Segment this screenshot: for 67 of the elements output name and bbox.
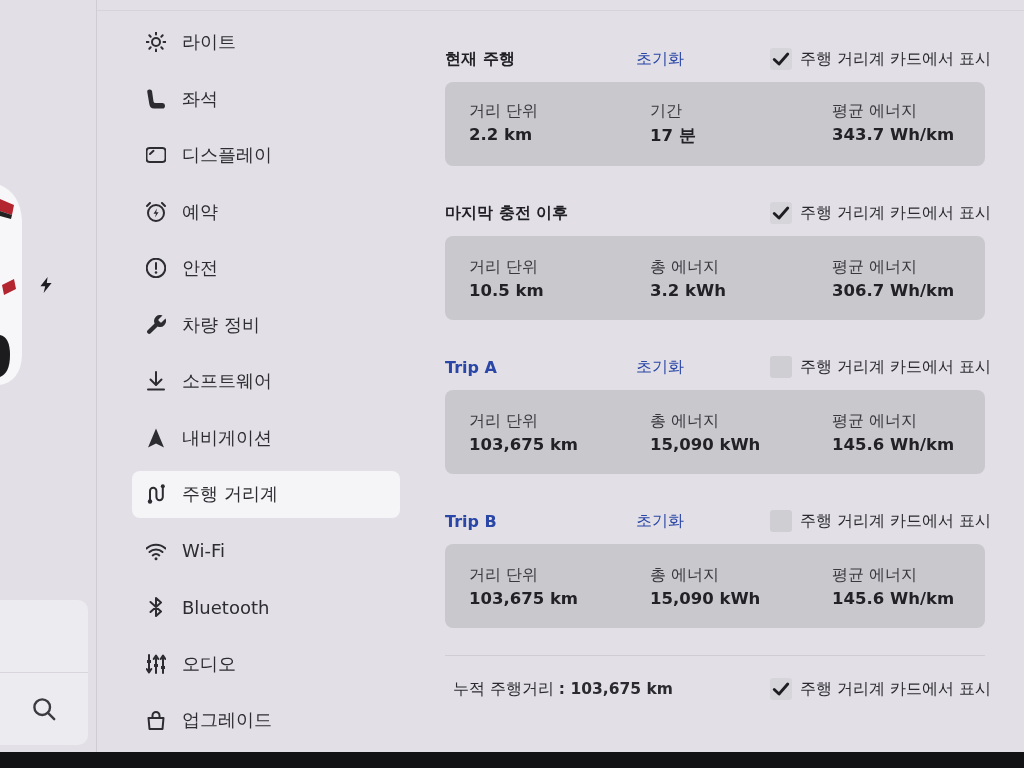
- stat-label: 거리 단위: [469, 101, 539, 122]
- stat-value: 17 분: [650, 125, 696, 147]
- reset-link[interactable]: 초기화: [636, 48, 684, 70]
- stat-label: 총 에너지: [650, 564, 720, 586]
- stat-value: 3.2 kWh: [650, 280, 726, 300]
- stat-value: 15,090 kWh: [650, 434, 761, 454]
- odometer-reading: 누적 주행거리 : 103,675 km: [452, 678, 673, 700]
- stat-value: 15,090 kWh: [650, 588, 761, 608]
- section-title: 마지막 충전 이후: [445, 202, 569, 224]
- stat-label: 거리 단위: [469, 410, 539, 432]
- checkbox-label[interactable]: 주행 거리계 카드에서 표시: [800, 356, 991, 378]
- display-icon: [146, 145, 166, 165]
- stat-value: 103,675 km: [469, 588, 579, 608]
- stat-label: 평균 에너지: [832, 564, 918, 586]
- sidebar-item[interactable]: 라이트: [132, 18, 400, 66]
- stat-value: 343.7 Wh/km: [832, 125, 955, 144]
- download-icon: [146, 371, 166, 391]
- checkbox-label[interactable]: 주행 거리계 카드에서 표시: [800, 510, 991, 532]
- trip-name-button[interactable]: Trip B: [445, 511, 497, 531]
- section-title: 현재 주행: [445, 48, 515, 70]
- sidebar-item[interactable]: 디스플레이: [132, 131, 400, 179]
- search-icon: [32, 697, 56, 721]
- checkmark-icon: [772, 204, 790, 222]
- sidebar-item[interactable]: 안전: [132, 244, 400, 292]
- stat-label: 거리 단위: [469, 256, 539, 278]
- stat-label: 거리 단위: [469, 564, 539, 586]
- alarm-clock-icon: [146, 201, 166, 222]
- wrench-icon: [146, 314, 166, 335]
- sidebar-item[interactable]: 예약: [132, 188, 400, 235]
- sidebar-item[interactable]: 업그레이드: [132, 696, 400, 744]
- checkbox-label[interactable]: 주행 거리계 카드에서 표시: [800, 202, 991, 224]
- sidebar-item[interactable]: 주행 거리계: [132, 470, 400, 518]
- stat-label: 평균 에너지: [832, 410, 918, 432]
- sidebar-item[interactable]: 소프트웨어: [132, 357, 400, 405]
- stat-value: 306.7 Wh/km: [832, 280, 955, 300]
- reset-link[interactable]: 초기화: [636, 510, 684, 532]
- stat-value: 145.6 Wh/km: [832, 588, 955, 608]
- checkbox-label[interactable]: 주행 거리계 카드에서 표시: [800, 48, 991, 70]
- stat-label: 평균 에너지: [832, 256, 918, 278]
- reset-link[interactable]: 초기화: [636, 356, 684, 378]
- stat-label: 총 에너지: [650, 410, 720, 432]
- stat-label: 총 에너지: [650, 256, 720, 278]
- checkmark-icon: [772, 50, 790, 68]
- stat-label: 기간: [650, 101, 682, 122]
- checkbox[interactable]: [770, 678, 792, 700]
- checkbox[interactable]: [770, 202, 792, 224]
- trip-name-button[interactable]: Trip A: [445, 357, 497, 377]
- shopping-bag-icon: [146, 710, 166, 730]
- sidebar-item[interactable]: 오디오: [132, 640, 400, 687]
- stat-label: 평균 에너지: [832, 101, 918, 122]
- checkbox[interactable]: [770, 48, 792, 70]
- sidebar-item[interactable]: 차량 정비: [132, 301, 400, 348]
- stat-value: 145.6 Wh/km: [832, 434, 955, 454]
- route-icon: [146, 484, 166, 504]
- seat-icon: [146, 88, 166, 109]
- sidebar-item[interactable]: Bluetooth: [132, 583, 400, 631]
- stat-value: 10.5 km: [469, 280, 544, 300]
- navigation-arrow-icon: [146, 427, 166, 448]
- sliders-icon: [146, 653, 166, 674]
- sidebar-item[interactable]: 좌석: [132, 75, 400, 122]
- checkmark-icon: [772, 680, 790, 698]
- stat-value: 2.2 km: [469, 125, 533, 144]
- sun-icon: [146, 32, 166, 52]
- stat-value: 103,675 km: [469, 434, 579, 454]
- checkbox-label[interactable]: 주행 거리계 카드에서 표시: [800, 678, 991, 700]
- sidebar-item[interactable]: 내비게이션: [132, 414, 400, 461]
- sidebar-item[interactable]: Wi-Fi: [132, 527, 400, 574]
